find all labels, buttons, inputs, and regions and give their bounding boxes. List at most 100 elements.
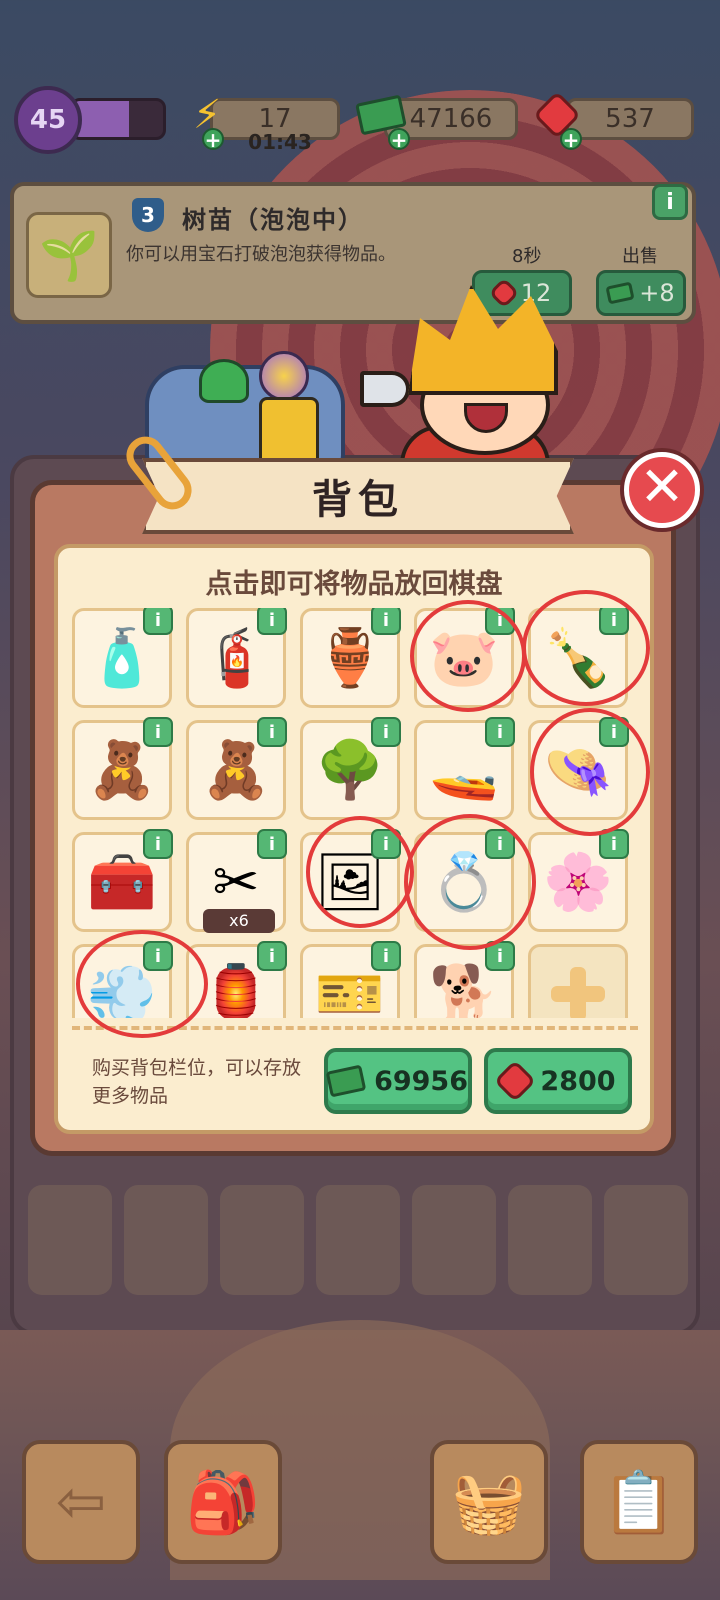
item-info-button[interactable]: i: [371, 608, 401, 635]
sell-value: +8: [639, 279, 675, 307]
axe-icon: [360, 371, 410, 407]
item-info-button[interactable]: i: [371, 941, 401, 971]
golden-doll-large-icon: 🧸: [201, 738, 271, 803]
dashed-divider: [72, 1026, 638, 1030]
gem-value: 537: [605, 104, 655, 134]
scissors-cloud-icon: ✂: [212, 849, 260, 915]
backpack-item-family-portrait[interactable]: 🖼 i: [300, 829, 401, 932]
backpack-item-blossom-tree[interactable]: 🌸 i: [528, 829, 629, 932]
add-slot-button[interactable]: [528, 944, 628, 1018]
item-info-panel: 🌱 3 树苗（泡泡中） 你可以用宝石打破泡泡获得物品。 i 8秒 出售 12 +…: [10, 182, 696, 324]
backpack-title-banner: 背包: [142, 458, 574, 534]
item-info-button[interactable]: i: [599, 608, 629, 635]
gem-icon: [494, 1059, 537, 1103]
backpack-item-treasure-chest[interactable]: 🧰 i: [72, 829, 173, 932]
level-badge[interactable]: 45: [14, 86, 82, 154]
backpack-item-vase[interactable]: 🏺 i: [300, 608, 401, 708]
leaf-icon: [199, 359, 249, 403]
buy-gem-price: 2800: [540, 1065, 616, 1097]
backpack-item-ring-box[interactable]: 💍 i: [414, 829, 515, 932]
energy-timer: 01:43: [248, 130, 312, 154]
item-info-button[interactable]: i: [143, 941, 173, 971]
backpack-title: 背包: [312, 477, 404, 523]
buy-slot-text: 购买背包栏位，可以存放更多物品: [92, 1057, 302, 1107]
sell-label: 出售: [622, 246, 658, 267]
board-slot: [28, 1185, 112, 1295]
water-tank-icon: 🧯: [201, 626, 271, 691]
item-info-button[interactable]: i: [143, 829, 173, 859]
green-hat-icon: 👒: [543, 738, 613, 803]
sell-button[interactable]: +8: [596, 270, 686, 316]
cash-icon: [352, 86, 410, 144]
gem-icon: [528, 86, 586, 144]
lightning-icon: ⚡: [192, 92, 222, 138]
board-slot: [412, 1185, 496, 1295]
shield-icon: 3: [132, 198, 164, 232]
item-quantity-badge: x6: [203, 909, 275, 933]
cash-icon: [605, 281, 635, 305]
basket-icon[interactable]: 🧺: [430, 1440, 548, 1564]
item-info-button[interactable]: i: [257, 829, 287, 859]
backpack-item-message-bottle[interactable]: 🍾 i: [528, 608, 629, 708]
item-description: 你可以用宝石打破泡泡获得物品。: [126, 244, 396, 265]
item-info-button[interactable]: i: [485, 941, 515, 971]
board-slot: [220, 1185, 304, 1295]
backpack-item-blue-ticket[interactable]: 🎫ix5: [300, 941, 401, 1018]
board-slot: [124, 1185, 208, 1295]
backpack-item-spray-bottle[interactable]: 🧴 i: [72, 608, 173, 708]
cash-value: 47166: [409, 104, 493, 134]
backpack-item-stack-machine[interactable]: 🏮 i: [186, 941, 287, 1018]
sapling-icon: 🌱: [26, 212, 112, 298]
mascot-character: [360, 285, 570, 475]
backpack-item-scissors-cloud[interactable]: ✂ i x6: [186, 829, 287, 933]
plus-icon: [551, 967, 605, 1018]
close-icon[interactable]: ✕: [624, 452, 700, 528]
backpack-subtitle: 点击即可将物品放回棋盘: [205, 569, 503, 600]
backpack-item-jet-ski[interactable]: 🚤 i: [414, 717, 515, 820]
item-info-button[interactable]: i: [371, 829, 401, 859]
board-slot: [508, 1185, 592, 1295]
back-arrow-icon[interactable]: ⇦: [22, 1440, 140, 1564]
treasure-chest-icon: 🧰: [87, 850, 157, 915]
clipboard-icon[interactable]: 📋: [580, 1440, 698, 1564]
item-info-button[interactable]: i: [143, 717, 173, 747]
item-info-button[interactable]: i: [143, 608, 173, 635]
buy-slot-gem-button[interactable]: 2800: [484, 1048, 632, 1114]
item-info-button[interactable]: i: [485, 608, 515, 635]
item-info-button[interactable]: i: [599, 829, 629, 859]
backpack-icon[interactable]: 🎒: [164, 1440, 282, 1564]
backpack-item-dog[interactable]: 🐕 i: [414, 941, 515, 1018]
backpack-item-green-hat[interactable]: 👒 i: [528, 717, 629, 820]
bubble-time-label: 8秒: [512, 246, 542, 267]
buy-slot-cash-button[interactable]: 69956: [324, 1048, 472, 1114]
item-info-button[interactable]: i: [599, 717, 629, 747]
item-info-button[interactable]: i: [371, 717, 401, 747]
flower-tree-icon: 🌳: [315, 738, 385, 803]
backpack-item-flower-tree[interactable]: 🌳 i: [300, 717, 401, 820]
item-info-button[interactable]: i: [257, 608, 287, 635]
blossom-tree-icon: 🌸: [543, 850, 613, 915]
board-slot: [604, 1185, 688, 1295]
crown-hat-icon: [408, 285, 558, 395]
strap-icon: [259, 397, 319, 467]
backpack-item-water-tank[interactable]: 🧯 i: [186, 608, 287, 708]
backpack-item-pig-bust[interactable]: 🐷 i: [414, 608, 515, 708]
item-info-button[interactable]: i: [652, 184, 688, 220]
jet-ski-icon: 🚤: [429, 738, 499, 803]
item-info-button[interactable]: i: [257, 717, 287, 747]
vase-icon: 🏺: [315, 626, 385, 691]
item-info-button[interactable]: i: [257, 941, 287, 971]
item-title: 树苗（泡泡中）: [182, 206, 364, 234]
orb-icon: [259, 351, 309, 401]
backpack-item-golden-doll-small[interactable]: 🧸 i: [72, 717, 173, 820]
backpack-item-golden-doll-large[interactable]: 🧸 i: [186, 717, 287, 820]
item-tier: 3: [141, 203, 155, 227]
golden-doll-small-icon: 🧸: [87, 738, 157, 803]
item-info-button[interactable]: i: [485, 829, 515, 859]
backpack-item-hair-dryer[interactable]: 💨 i: [72, 941, 173, 1018]
level-progress-bar: [70, 98, 166, 140]
cash-icon: [325, 1064, 367, 1098]
item-info-button[interactable]: i: [485, 717, 515, 747]
buy-cash-price: 69956: [374, 1065, 468, 1097]
family-portrait-icon: 🖼: [314, 850, 386, 915]
